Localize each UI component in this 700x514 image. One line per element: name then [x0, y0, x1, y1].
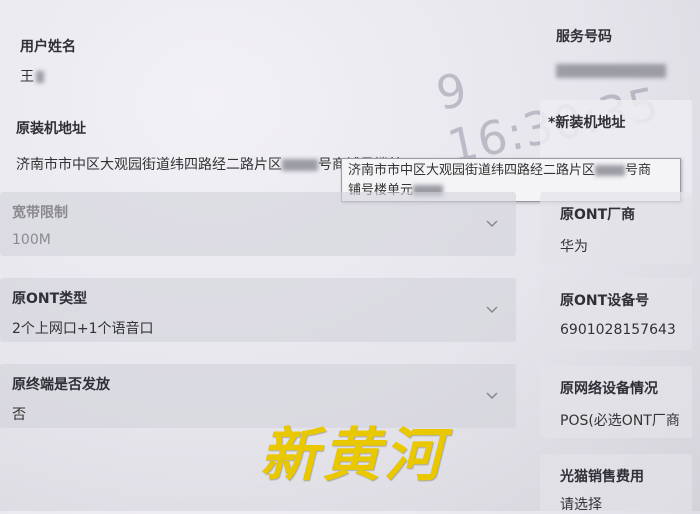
bandwidth-limit-label: 宽带限制 — [12, 205, 68, 221]
ont-type-value: 2个上网口+1个语音口 — [12, 321, 154, 337]
watermark-logo: 新黄河 — [260, 421, 447, 489]
chevron-down-icon — [486, 220, 498, 228]
original-address-label: 原装机地址 — [16, 121, 86, 137]
network-device-status-field[interactable]: 原网络设备情况 POS(必选ONT厂商 — [540, 366, 692, 438]
modem-sales-fee-value: 请选择 — [560, 497, 602, 513]
chevron-down-icon — [486, 392, 498, 400]
modem-sales-fee-field[interactable]: 光猫销售费用 请选择 — [540, 454, 692, 513]
network-device-status-value: POS(必选ONT厂商 — [560, 413, 680, 429]
ont-type-select[interactable]: 原ONT类型 2个上网口+1个语音口 — [0, 278, 516, 342]
new-address-label: *新装机地址 — [548, 115, 626, 131]
tooltip-line-1: 济南市市中区大观园街道纬四路经二路片区 号商 — [348, 163, 652, 178]
bandwidth-limit-value: 100M — [12, 232, 51, 248]
ont-device-number-value: 6901028157643 — [560, 322, 676, 338]
ont-vendor-label: 原ONT厂商 — [560, 207, 636, 223]
bandwidth-limit-select[interactable]: 宽带限制 100M — [0, 192, 516, 256]
ont-vendor-value: 华为 — [560, 239, 588, 255]
user-name-value: 王 — [20, 66, 76, 86]
ont-device-number-label: 原ONT设备号 — [560, 293, 650, 309]
ont-device-number-field[interactable]: 原ONT设备号 6901028157643 — [540, 278, 692, 350]
terminal-issued-value: 否 — [12, 407, 26, 423]
user-name-group: 用户姓名 王 — [20, 36, 76, 86]
ont-vendor-field[interactable]: 原ONT厂商 华为 — [540, 192, 692, 264]
user-name-label: 用户姓名 — [20, 39, 76, 55]
network-device-status-label: 原网络设备情况 — [560, 381, 658, 397]
chevron-down-icon — [486, 306, 498, 314]
ont-type-label: 原ONT类型 — [12, 291, 88, 307]
modem-sales-fee-label: 光猫销售费用 — [560, 469, 644, 485]
terminal-issued-label: 原终端是否发放 — [12, 377, 110, 393]
